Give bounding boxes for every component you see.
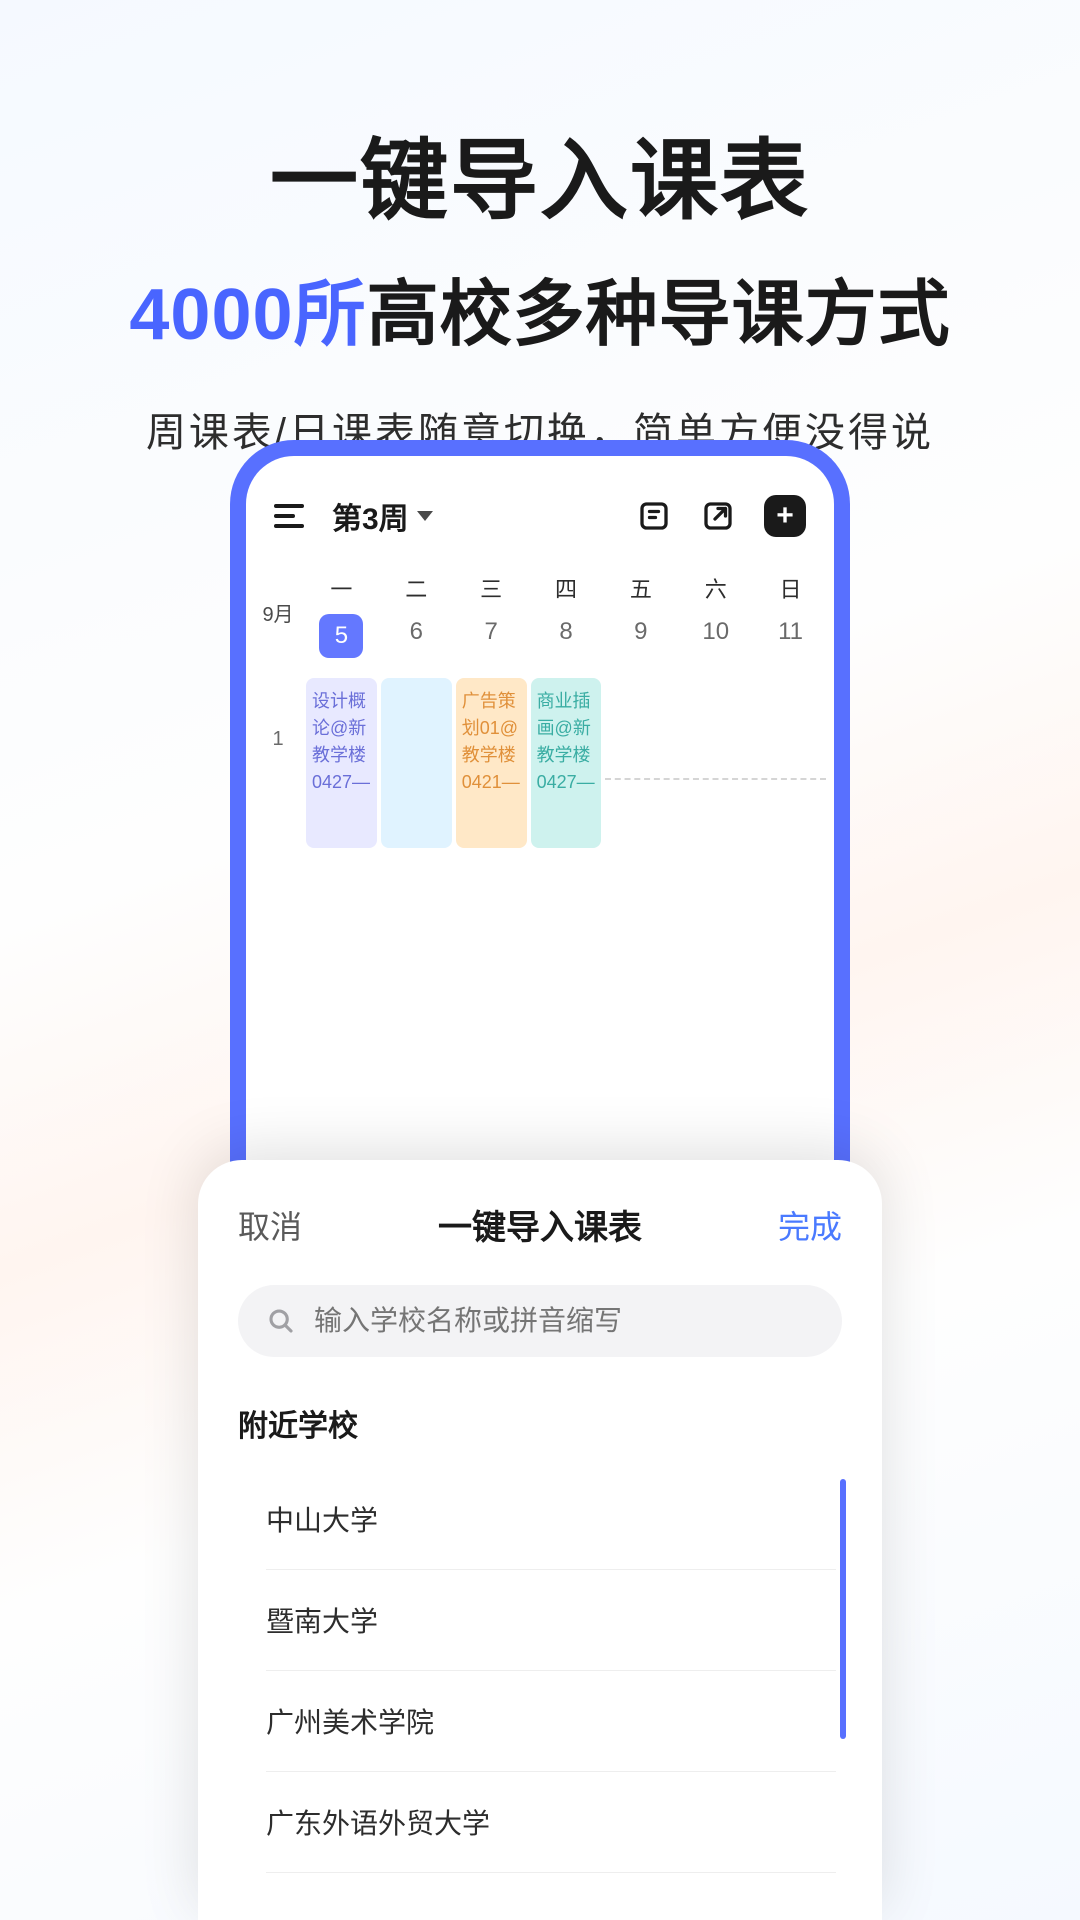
section-label: 附近学校 xyxy=(238,1401,842,1445)
day-col[interactable]: 一5 xyxy=(306,572,377,658)
course-block[interactable]: 广告策划01@教学楼0421— xyxy=(456,678,527,848)
day-col[interactable]: 三7 xyxy=(456,572,527,658)
search-box[interactable] xyxy=(238,1285,842,1357)
school-item[interactable]: 暨南大学 xyxy=(266,1570,836,1671)
scroll-indicator[interactable] xyxy=(840,1479,846,1739)
school-item[interactable]: 广州美术学院 xyxy=(266,1671,836,1772)
cancel-button[interactable]: 取消 xyxy=(238,1202,302,1248)
day-col[interactable]: 二6 xyxy=(381,572,452,658)
share-icon[interactable] xyxy=(700,498,736,534)
week-label: 第3周 xyxy=(332,494,409,538)
search-icon xyxy=(266,1306,296,1336)
headline: 一键导入课表 4000所高校多种导课方式 周课表/日课表随意切换，简单方便没得说 xyxy=(0,0,1080,458)
course-block[interactable]: 设计概论@新教学楼0427— xyxy=(306,678,377,848)
week-header: 9月 一5 二6 三7 四8 五9 六10 日11 xyxy=(246,558,834,670)
dashed-divider xyxy=(605,778,826,848)
phone-topbar: 第3周 + xyxy=(246,456,834,558)
headline-rest: 高校多种导课方式 xyxy=(367,275,951,355)
modal-title: 一键导入课表 xyxy=(438,1200,642,1249)
course-block[interactable]: 商业插画@新教学楼0427— xyxy=(531,678,602,848)
search-input[interactable] xyxy=(314,1305,814,1337)
headline-accent: 4000所 xyxy=(129,275,366,355)
modal-header: 取消 一键导入课表 完成 xyxy=(238,1200,842,1249)
school-item[interactable]: 中山大学 xyxy=(266,1469,836,1570)
course-block-empty[interactable] xyxy=(381,678,452,848)
headline-main: 一键导入课表 xyxy=(0,110,1080,237)
headline-sub: 4000所高校多种导课方式 xyxy=(0,255,1080,360)
schedule-grid: 1 设计概论@新教学楼0427— 广告策划01@教学楼0421— 商业插画@新教… xyxy=(246,670,834,848)
menu-icon[interactable] xyxy=(274,504,304,528)
today-icon[interactable] xyxy=(636,498,672,534)
import-modal: 取消 一键导入课表 完成 附近学校 中山大学 暨南大学 广州美术学院 广东外语外… xyxy=(198,1160,882,1920)
day-col[interactable]: 五9 xyxy=(605,572,676,658)
week-selector[interactable]: 第3周 xyxy=(332,494,433,538)
day-col[interactable]: 四8 xyxy=(531,572,602,658)
add-button[interactable]: + xyxy=(764,495,806,537)
period-label: 1 xyxy=(254,678,302,848)
chevron-down-icon xyxy=(417,511,433,521)
done-button[interactable]: 完成 xyxy=(778,1202,842,1248)
day-col[interactable]: 日11 xyxy=(755,572,826,658)
day-col[interactable]: 六10 xyxy=(680,572,751,658)
school-item[interactable]: 广东外语外贸大学 xyxy=(266,1772,836,1873)
month-label: 9月 xyxy=(254,572,302,658)
school-list: 中山大学 暨南大学 广州美术学院 广东外语外贸大学 xyxy=(266,1469,842,1873)
